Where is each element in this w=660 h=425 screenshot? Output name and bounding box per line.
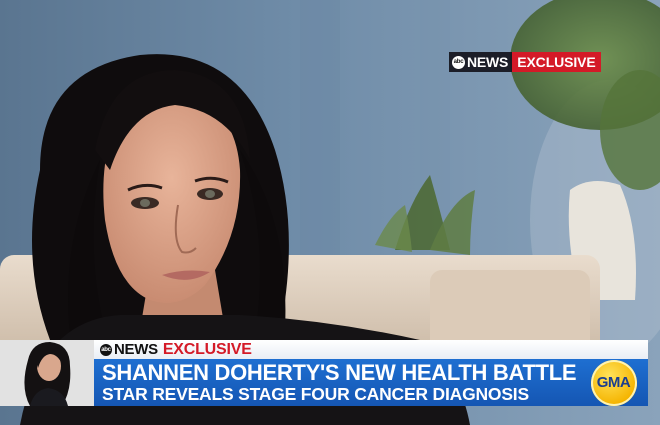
subject-thumbnail bbox=[0, 340, 94, 406]
exclusive-tag: EXCLUSIVE bbox=[162, 340, 252, 358]
headline-box: SHANNEN DOHERTY'S NEW HEALTH BATTLE STAR… bbox=[94, 359, 579, 406]
abc-logo-icon-small: abc bbox=[100, 343, 112, 356]
subheadline: STAR REVEALS STAGE FOUR CANCER DIAGNOSIS bbox=[102, 384, 529, 404]
exclusive-tag-row: abc NEWS EXCLUSIVE bbox=[94, 340, 648, 359]
network-exclusive-bug: abc NEWS EXCLUSIVE bbox=[449, 52, 601, 72]
abc-news-logo: abc NEWS bbox=[449, 52, 513, 72]
gma-logo-icon: GMA bbox=[590, 359, 637, 406]
video-frame: abc NEWS EXCLUSIVE abc NEWS EXCLUSIVE SH… bbox=[0, 0, 660, 425]
show-logo-box: GMA bbox=[579, 359, 648, 406]
abc-news-logo-small: abc NEWS bbox=[100, 341, 158, 358]
thumbnail-portrait-image bbox=[0, 340, 94, 406]
news-wordmark: NEWS bbox=[467, 54, 509, 70]
lower-third-banner: abc NEWS EXCLUSIVE SHANNEN DOHERTY'S NEW… bbox=[0, 340, 660, 412]
headline: SHANNEN DOHERTY'S NEW HEALTH BATTLE bbox=[102, 360, 577, 385]
abc-logo-icon: abc bbox=[452, 55, 465, 69]
news-wordmark-small: NEWS bbox=[114, 341, 158, 358]
exclusive-label: EXCLUSIVE bbox=[512, 52, 601, 72]
